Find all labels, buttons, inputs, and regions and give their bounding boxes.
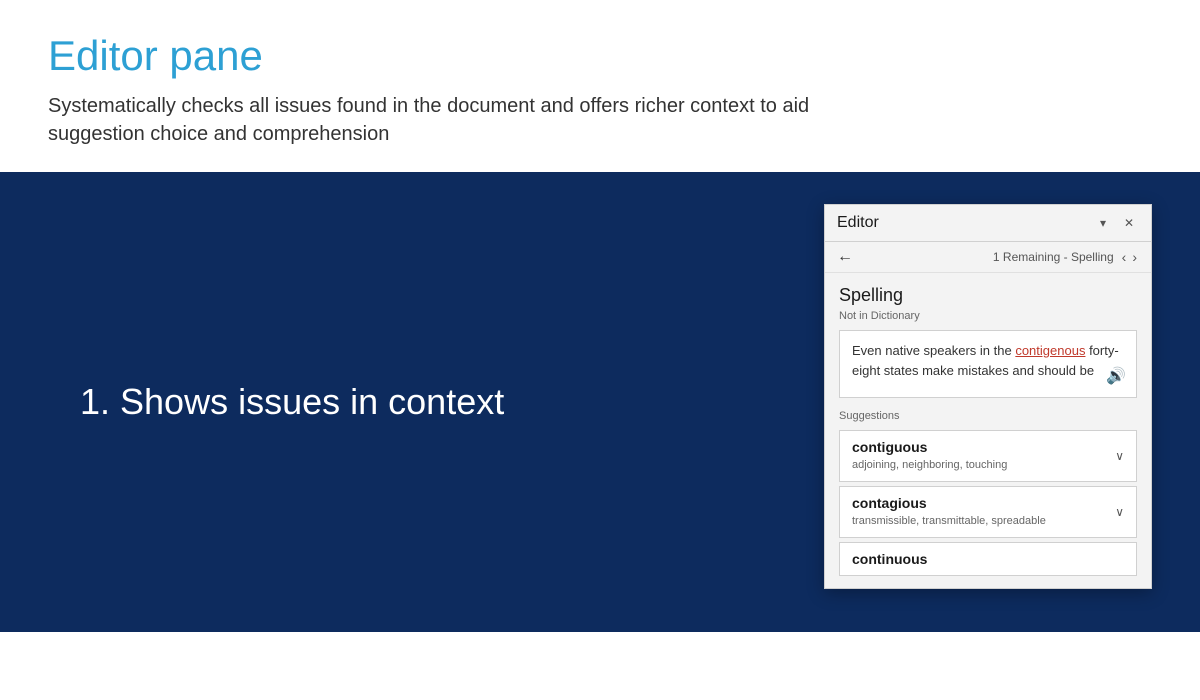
editor-nav: ← 1 Remaining - Spelling ‹ › [825, 242, 1151, 273]
demo-section: 1. Shows issues in context Editor ▾ ✕ ← … [0, 172, 1200, 632]
nav-remaining-text: 1 Remaining - Spelling [993, 250, 1114, 264]
demo-label: 1. Shows issues in context [80, 381, 504, 423]
misspelled-word: contigenous [1015, 343, 1085, 358]
top-section: Editor pane Systematically checks all is… [0, 0, 1200, 172]
suggestion-item-2[interactable]: continuous [839, 542, 1137, 576]
suggestion-content-1: contagious transmissible, transmittable,… [852, 495, 1046, 529]
back-arrow-icon[interactable]: ← [837, 248, 853, 266]
editor-panel: Editor ▾ ✕ ← 1 Remaining - Spelling ‹ › … [824, 204, 1152, 589]
suggestion-item-0[interactable]: contiguous adjoining, neighboring, touch… [839, 430, 1137, 482]
editor-body: Spelling Not in Dictionary Even native s… [825, 273, 1151, 588]
suggestion-content-2: continuous [852, 551, 927, 567]
editor-header-controls: ▾ ✕ [1093, 213, 1139, 233]
suggestion-content-0: contiguous adjoining, neighboring, touch… [852, 439, 1007, 473]
editor-panel-title: Editor [837, 214, 879, 232]
nav-chevrons: ‹ › [1120, 249, 1139, 265]
context-text-before: Even native speakers in the [852, 343, 1015, 358]
suggestion-word-1: contagious [852, 495, 1046, 511]
suggestion-word-0: contiguous [852, 439, 1007, 455]
page-title: Editor pane [48, 32, 1152, 80]
editor-header: Editor ▾ ✕ [825, 205, 1151, 242]
suggestion-word-2: continuous [852, 551, 927, 567]
suggestion-synonyms-0: adjoining, neighboring, touching [852, 459, 1007, 471]
suggestion-expand-icon-1[interactable]: ∨ [1115, 505, 1124, 519]
suggestion-expand-icon-0[interactable]: ∨ [1115, 449, 1124, 463]
close-button[interactable]: ✕ [1119, 213, 1139, 233]
dropdown-button[interactable]: ▾ [1093, 213, 1113, 233]
next-chevron[interactable]: › [1130, 249, 1139, 265]
suggestion-synonyms-1: transmissible, transmittable, spreadable [852, 515, 1046, 527]
suggestions-label: Suggestions [839, 410, 1137, 422]
page-subtitle: Systematically checks all issues found i… [48, 92, 828, 148]
nav-info: 1 Remaining - Spelling ‹ › [993, 249, 1139, 265]
context-box: Even native speakers in the contigenous … [839, 330, 1137, 398]
suggestion-item-1[interactable]: contagious transmissible, transmittable,… [839, 486, 1137, 538]
prev-chevron[interactable]: ‹ [1120, 249, 1129, 265]
spelling-heading: Spelling [839, 285, 1137, 306]
audio-icon[interactable]: 🔊 [1106, 365, 1126, 389]
not-in-dictionary-label: Not in Dictionary [839, 310, 1137, 322]
